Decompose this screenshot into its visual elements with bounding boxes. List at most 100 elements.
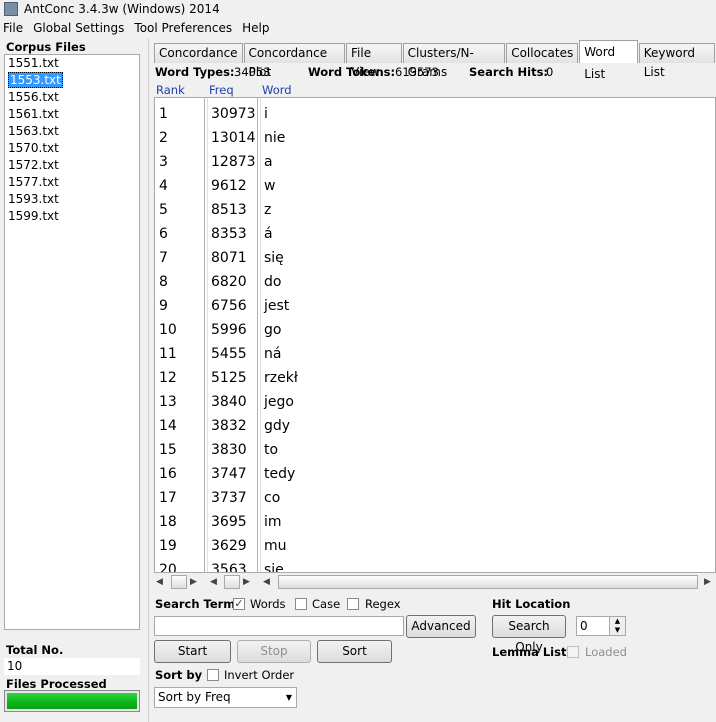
freq-cell: 3563 bbox=[211, 562, 247, 573]
title-bar: AntConc 3.4.3w (Windows) 2014 bbox=[0, 0, 716, 18]
menu-bar: File Global Settings Tool Preferences He… bbox=[0, 18, 716, 38]
corpus-file-item[interactable]: 1563.txt bbox=[5, 123, 139, 140]
tab-collocates[interactable]: Collocates bbox=[506, 43, 579, 63]
freq-cell: 30973 bbox=[211, 106, 256, 122]
column-rank-header[interactable]: Rank bbox=[156, 83, 185, 97]
corpus-file-name: 1599.txt bbox=[8, 209, 59, 223]
advanced-button[interactable]: Advanced bbox=[406, 615, 476, 638]
freq-cell: 3629 bbox=[211, 538, 247, 554]
column-divider bbox=[257, 98, 261, 572]
corpus-file-item[interactable]: 1561.txt bbox=[5, 106, 139, 123]
menu-help[interactable]: Help bbox=[239, 21, 276, 35]
word-types-value: 34053 bbox=[234, 65, 271, 79]
scroll-right-arrow-icon[interactable]: ▶ bbox=[190, 575, 197, 589]
menu-global-settings[interactable]: Global Settings bbox=[30, 21, 131, 35]
rank-cell: 8 bbox=[159, 274, 168, 290]
spinner-down-icon[interactable]: ▼ bbox=[609, 626, 625, 635]
freq-cell: 3830 bbox=[211, 442, 247, 458]
search-only-button[interactable]: Search Only bbox=[492, 615, 566, 654]
word-cell: im bbox=[264, 514, 282, 530]
corpus-file-name: 1561.txt bbox=[8, 107, 59, 121]
corpus-file-name: 1593.txt bbox=[8, 192, 59, 206]
corpus-files-label: Corpus Files bbox=[6, 40, 86, 54]
freq-cell: 3832 bbox=[211, 418, 247, 434]
tab-word-list[interactable]: Word List bbox=[579, 40, 638, 81]
search-term-input[interactable] bbox=[154, 616, 404, 636]
rank-cell: 19 bbox=[159, 538, 177, 554]
corpus-file-name: 1572.txt bbox=[8, 158, 59, 172]
words-checkbox[interactable]: ✓ bbox=[233, 598, 245, 610]
word-cell: to bbox=[264, 442, 279, 458]
word-cell: jest bbox=[264, 298, 290, 314]
corpus-file-item[interactable]: 1551.txt bbox=[5, 55, 139, 72]
rank-cell: 11 bbox=[159, 346, 177, 362]
column-freq-header[interactable]: Freq bbox=[209, 83, 234, 97]
rank-cell: 15 bbox=[159, 442, 177, 458]
tab-clusters-n-grams[interactable]: Clusters/N-Grams bbox=[402, 43, 506, 79]
tab-concordance-plot[interactable]: Concordance Plot bbox=[243, 43, 346, 79]
rank-cell: 16 bbox=[159, 466, 177, 482]
sort-button[interactable]: Sort bbox=[317, 640, 392, 663]
sort-by-value: Sort by Freq bbox=[158, 690, 231, 704]
files-processed-progress bbox=[4, 690, 140, 712]
rank-cell: 10 bbox=[159, 322, 177, 338]
freq-cell: 8353 bbox=[211, 226, 247, 242]
corpus-file-name: 1556.txt bbox=[8, 90, 59, 104]
hit-location-spinner[interactable]: 0 ▲ ▼ bbox=[576, 616, 626, 636]
dropdown-arrow-icon: ▼ bbox=[285, 693, 292, 702]
corpus-file-item[interactable]: 1593.txt bbox=[5, 191, 139, 208]
case-label: Case bbox=[312, 597, 341, 611]
word-cell: gdy bbox=[264, 418, 291, 434]
spinner-value: 0 bbox=[580, 619, 588, 633]
invert-order-checkbox[interactable] bbox=[207, 669, 219, 681]
files-processed-label: Files Processed bbox=[6, 677, 107, 691]
corpus-file-item[interactable]: 1553.txt bbox=[5, 72, 139, 89]
lemma-list-label: Lemma List bbox=[492, 645, 567, 659]
corpus-file-name: 1553.txt bbox=[8, 72, 63, 88]
scroll-left-arrow-icon[interactable]: ◀ bbox=[156, 575, 163, 589]
freq-cell: 3737 bbox=[211, 490, 247, 506]
corpus-file-name: 1551.txt bbox=[8, 56, 59, 70]
scroll-right-arrow-icon[interactable]: ▶ bbox=[243, 575, 250, 589]
corpus-file-item[interactable]: 1570.txt bbox=[5, 140, 139, 157]
case-checkbox[interactable] bbox=[295, 598, 307, 610]
corpus-file-item[interactable]: 1556.txt bbox=[5, 89, 139, 106]
rank-scroll-thumb[interactable] bbox=[171, 575, 187, 589]
search-term-label: Search Term bbox=[155, 597, 236, 611]
freq-scroll-thumb[interactable] bbox=[224, 575, 240, 589]
spinner-up-icon[interactable]: ▲ bbox=[609, 617, 625, 626]
menu-tool-preferences[interactable]: Tool Preferences bbox=[131, 21, 239, 35]
word-scroll-thumb[interactable] bbox=[278, 575, 698, 589]
corpus-file-list[interactable]: 1551.txt 1553.txt 1556.txt 1561.txt 1563.txt… bbox=[4, 54, 140, 630]
corpus-file-name: 1577.txt bbox=[8, 175, 59, 189]
search-hits-label: Search Hits: bbox=[469, 65, 549, 79]
scroll-left-arrow-icon[interactable]: ◀ bbox=[210, 575, 217, 589]
word-cell: jego bbox=[264, 394, 294, 410]
regex-label: Regex bbox=[365, 597, 401, 611]
word-list-results[interactable]: 1 30973 i 2 13014 nie 3 12873 a 4 9612 w 5 8513 z 6 8353… bbox=[154, 97, 716, 573]
word-cell: á bbox=[264, 226, 273, 242]
word-cell: rzekł bbox=[264, 370, 298, 386]
corpus-file-item[interactable]: 1577.txt bbox=[5, 174, 139, 191]
column-word-header[interactable]: Word bbox=[262, 83, 292, 97]
freq-cell: 9612 bbox=[211, 178, 247, 194]
tab-keyword-list[interactable]: Keyword List bbox=[638, 43, 715, 79]
corpus-file-item[interactable]: 1599.txt bbox=[5, 208, 139, 225]
regex-checkbox[interactable] bbox=[347, 598, 359, 610]
tab-file-view[interactable]: File View bbox=[346, 43, 402, 79]
column-divider bbox=[204, 98, 208, 572]
word-cell: z bbox=[264, 202, 272, 218]
stop-button[interactable]: Stop bbox=[237, 640, 311, 663]
freq-cell: 8513 bbox=[211, 202, 247, 218]
tab-concordance[interactable]: Concordance bbox=[154, 43, 243, 63]
rank-cell: 5 bbox=[159, 202, 168, 218]
menu-file[interactable]: File bbox=[0, 21, 30, 35]
corpus-file-item[interactable]: 1572.txt bbox=[5, 157, 139, 174]
rank-cell: 2 bbox=[159, 130, 168, 146]
scroll-left-arrow-icon[interactable]: ◀ bbox=[263, 575, 270, 589]
loaded-checkbox[interactable] bbox=[567, 646, 579, 658]
word-cell: do bbox=[264, 274, 282, 290]
start-button[interactable]: Start bbox=[154, 640, 231, 663]
scroll-right-arrow-icon[interactable]: ▶ bbox=[704, 575, 711, 589]
sort-by-select[interactable]: Sort by Freq ▼ bbox=[154, 687, 297, 708]
